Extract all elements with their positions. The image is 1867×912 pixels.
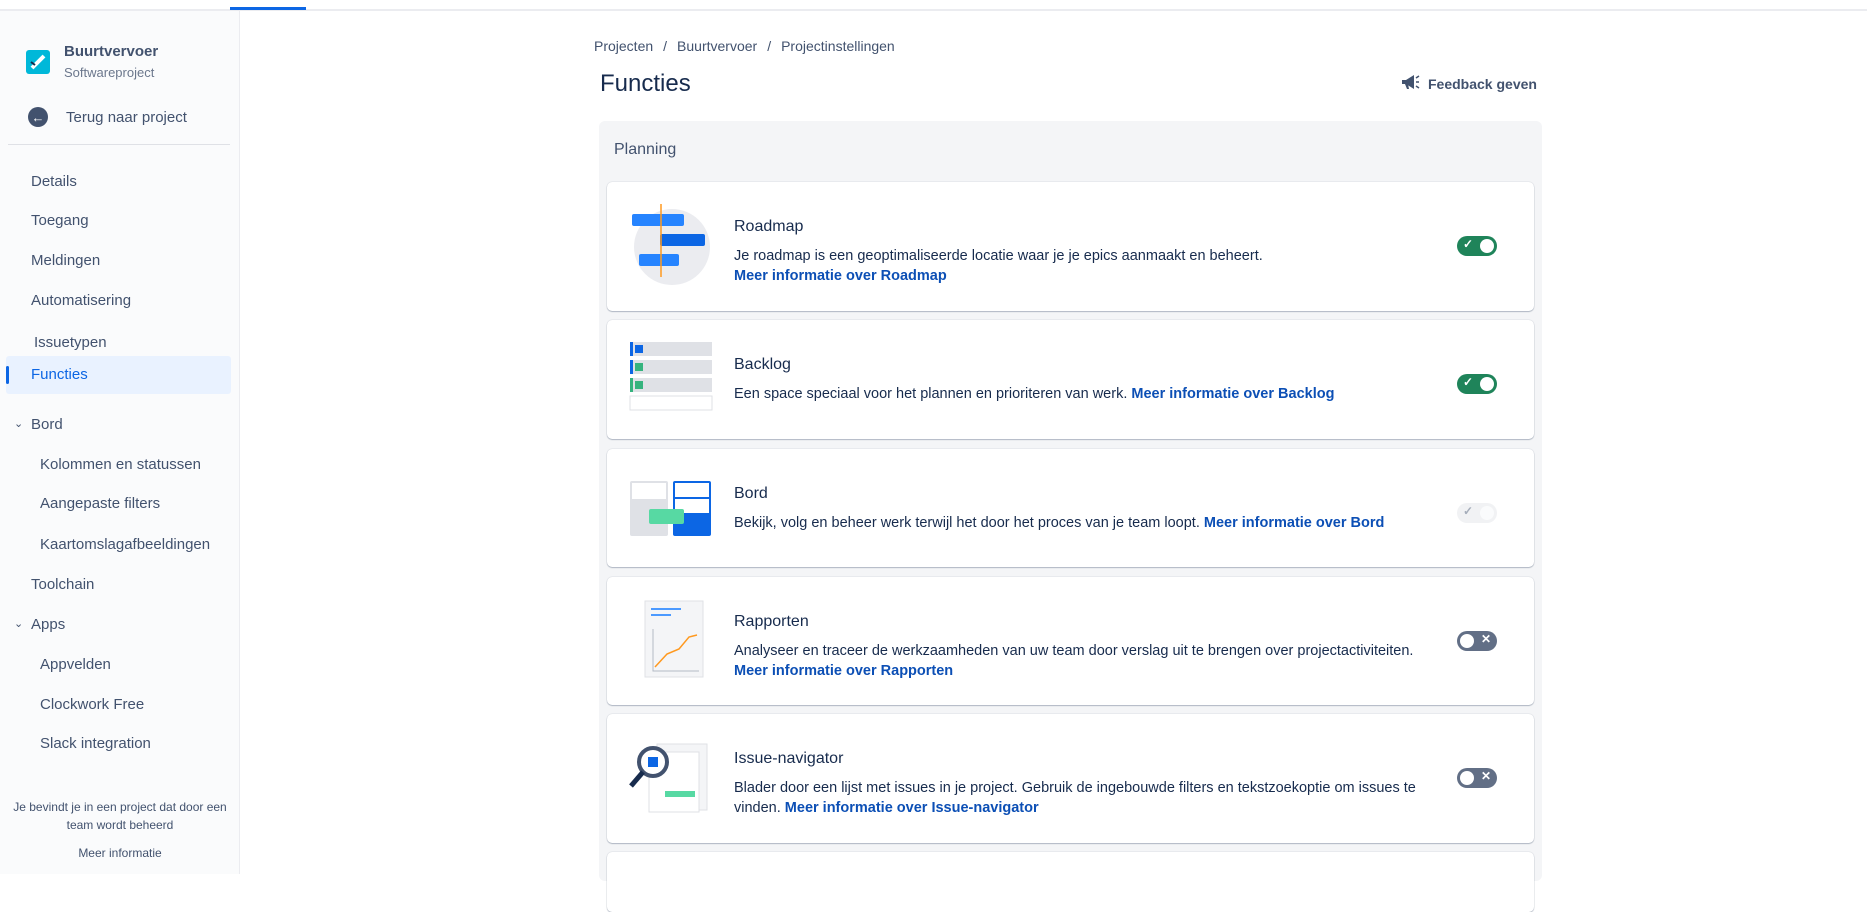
reports-illustration-icon [627, 599, 717, 689]
breadcrumb-project[interactable]: Buurtvervoer [677, 38, 757, 54]
feature-title: Roadmap [734, 218, 804, 235]
project-name: Buurtvervoer [64, 43, 159, 60]
learn-more-link[interactable]: Meer informatie over Rapporten [734, 663, 953, 679]
nav-issuetypen[interactable]: Issuetypen [34, 334, 107, 351]
bord-toggle[interactable]: ✓ [1457, 503, 1497, 523]
feature-card-rapporten: Rapporten Analyseer en traceer de werkza… [607, 577, 1534, 705]
issue-navigator-illustration-icon [627, 736, 717, 826]
nav-automatisering[interactable]: Automatisering [31, 292, 131, 309]
roadmap-toggle[interactable]: ✓ [1457, 236, 1497, 256]
feature-card-next [607, 852, 1534, 912]
feature-title: Issue-navigator [734, 750, 844, 767]
feedback-button[interactable]: Feedback geven [1400, 73, 1537, 94]
board-illustration-icon [627, 469, 717, 559]
roadmap-illustration-icon [627, 202, 717, 292]
back-label: Terug naar project [66, 108, 187, 126]
nav-toegang[interactable]: Toegang [31, 212, 89, 229]
chevron-down-icon[interactable]: ⌄ [14, 417, 23, 430]
rapporten-toggle[interactable]: ✕ [1457, 631, 1497, 651]
feature-title: Rapporten [734, 613, 809, 630]
footer-text-2: team wordt beheerd [66, 818, 174, 832]
nav-details[interactable]: Details [31, 173, 77, 190]
nav-kolommen[interactable]: Kolommen en statussen [40, 456, 201, 473]
check-icon: ✓ [1463, 504, 1474, 518]
chevron-down-icon[interactable]: ⌄ [14, 617, 23, 630]
feature-title: Backlog [734, 356, 791, 373]
feature-description: Bekijk, volg en beheer werk terwijl het … [734, 515, 1385, 531]
back-to-project-link[interactable]: ← Terug naar project [28, 107, 187, 127]
backlog-toggle[interactable]: ✓ [1457, 374, 1497, 394]
footer-text-1: Je bevindt je in een project dat door ee… [13, 800, 227, 814]
divider [8, 144, 230, 145]
feature-card-issue-navigator: Issue-navigator Blader door een lijst me… [607, 714, 1534, 843]
feature-description: Blader door een lijst met issues in je p… [734, 780, 1416, 816]
issue-navigator-toggle[interactable]: ✕ [1457, 768, 1497, 788]
nav-appvelden[interactable]: Appvelden [40, 656, 111, 673]
section-title: Planning [614, 141, 677, 158]
feature-description: Analyseer en traceer de werkzaamheden va… [734, 643, 1414, 679]
megaphone-icon [1400, 73, 1420, 94]
learn-more-link[interactable]: Meer informatie over Bord [1204, 515, 1385, 531]
breadcrumb-settings[interactable]: Projectinstellingen [781, 38, 895, 54]
nav-functies[interactable]: Functies [6, 356, 231, 394]
breadcrumb: Projecten / Buurtvervoer / Projectinstelling… [594, 38, 895, 54]
nav-clockwork[interactable]: Clockwork Free [40, 696, 144, 713]
feature-card-bord: Bord Bekijk, volg en beheer werk terwijl… [607, 449, 1534, 567]
learn-more-link[interactable]: Meer informatie over Backlog [1131, 386, 1334, 402]
check-icon: ✓ [1463, 237, 1474, 251]
nav-bord[interactable]: Bord [31, 416, 63, 433]
feature-title: Bord [734, 485, 768, 502]
feature-card-backlog: Backlog Een space speciaal voor het plan… [607, 320, 1534, 439]
close-icon: ✕ [1481, 632, 1492, 646]
check-icon: ✓ [1463, 375, 1474, 389]
feature-card-roadmap: Roadmap Je roadmap is een geoptimaliseer… [607, 182, 1534, 311]
nav-slack[interactable]: Slack integration [40, 735, 151, 752]
nav-meldingen[interactable]: Meldingen [31, 252, 100, 269]
nav-apps[interactable]: Apps [31, 616, 65, 633]
backlog-illustration-icon [627, 340, 717, 430]
breadcrumb-projecten[interactable]: Projecten [594, 38, 653, 54]
sidebar: Buurtvervoer Softwareproject ← Terug naar … [0, 11, 240, 874]
project-logo-icon [26, 49, 50, 74]
feature-description: Een space speciaal voor het plannen en p… [734, 386, 1335, 402]
nav-kaartomslag[interactable]: Kaartomslagafbeeldingen [40, 536, 210, 553]
learn-more-link[interactable]: Meer informatie over Issue-navigator [785, 800, 1039, 816]
project-header[interactable]: Buurtvervoer Softwareproject [26, 43, 158, 80]
nav-filters[interactable]: Aangepaste filters [40, 495, 160, 512]
nav-toolchain[interactable]: Toolchain [31, 576, 94, 593]
feature-description: Je roadmap is een geoptimaliseerde locat… [734, 248, 1263, 284]
active-tab-indicator [230, 7, 306, 10]
page-title: Functies [600, 70, 691, 97]
footer-link[interactable]: Meer informatie [0, 844, 240, 862]
arrow-left-icon: ← [28, 107, 48, 127]
project-type: Softwareproject [64, 65, 155, 80]
close-icon: ✕ [1481, 769, 1492, 783]
learn-more-link[interactable]: Meer informatie over Roadmap [734, 268, 947, 284]
